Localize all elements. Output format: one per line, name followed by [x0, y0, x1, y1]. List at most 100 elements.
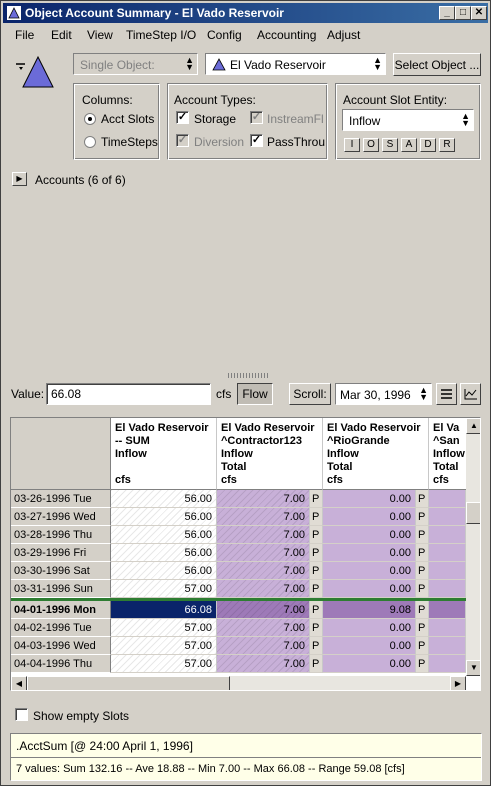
single-object-combo: Single Object: ▲ ▼ [73, 53, 198, 75]
riogrande-cell[interactable]: 0.00 [323, 562, 416, 580]
slot-entity-combo[interactable]: Inflow ▲ ▼ [342, 109, 474, 131]
menu-edit[interactable]: Edit [51, 28, 72, 42]
row-header[interactable]: 04-03-1996 Wed [11, 637, 111, 655]
sum-cell[interactable]: 56.00 [111, 526, 217, 544]
acct-slots-radio[interactable] [84, 113, 96, 125]
menu-file[interactable]: File [15, 28, 34, 42]
riogrande-cell[interactable]: 0.00 [323, 619, 416, 637]
scroll-down-icon[interactable]: ▼ [466, 660, 480, 676]
account-types-group: Account Types: ✓ Storage ✓ InstreamFl ✓ … [167, 83, 328, 160]
contractor-cell[interactable]: 7.00 [217, 508, 310, 526]
sum-cell[interactable]: 56.00 [111, 562, 217, 580]
san-cell[interactable] [429, 562, 466, 580]
sum-cell[interactable]: 66.08 [111, 601, 217, 619]
close-button[interactable]: ✕ [471, 6, 487, 20]
vertical-scrollbar[interactable]: ▲ ▼ [466, 418, 480, 676]
maximize-button[interactable]: □ [455, 6, 471, 20]
sum-cell[interactable]: 56.00 [111, 544, 217, 562]
riogrande-flag: P [416, 655, 429, 673]
riogrande-flag: P [416, 619, 429, 637]
menu-adjust[interactable]: Adjust [327, 28, 360, 42]
sum-cell[interactable]: 56.00 [111, 490, 217, 508]
entity-d-button[interactable]: D [420, 138, 436, 152]
entity-r-button[interactable]: R [439, 138, 455, 152]
menu-config[interactable]: Config [207, 28, 242, 42]
entity-s-button[interactable]: S [382, 138, 398, 152]
entity-a-button[interactable]: A [401, 138, 417, 152]
contractor-flag: P [310, 490, 323, 508]
row-header[interactable]: 03-28-1996 Thu [11, 526, 111, 544]
contractor-cell[interactable]: 7.00 [217, 490, 310, 508]
menu-timestep-io[interactable]: TimeStep I/O [126, 28, 196, 42]
entity-o-button[interactable]: O [363, 138, 379, 152]
riogrande-cell[interactable]: 0.00 [323, 637, 416, 655]
san-cell[interactable] [429, 637, 466, 655]
contractor-cell[interactable]: 7.00 [217, 619, 310, 637]
contractor-cell[interactable]: 7.00 [217, 526, 310, 544]
riogrande-cell[interactable]: 0.00 [323, 544, 416, 562]
row-header[interactable]: 04-02-1996 Tue [11, 619, 111, 637]
san-cell[interactable] [429, 490, 466, 508]
select-object-button[interactable]: Select Object ... [393, 53, 481, 76]
scroll-right-icon[interactable]: ▶ [450, 676, 466, 690]
sum-cell[interactable]: 57.00 [111, 655, 217, 673]
row-header[interactable]: 03-26-1996 Tue [11, 490, 111, 508]
riogrande-cell[interactable]: 0.00 [323, 508, 416, 526]
sum-cell[interactable]: 56.00 [111, 508, 217, 526]
sum-cell[interactable]: 57.00 [111, 619, 217, 637]
san-cell[interactable] [429, 508, 466, 526]
column-header-san[interactable]: El Va ^San Inflow Total cfs [429, 418, 469, 490]
list-view-button[interactable] [436, 383, 457, 405]
scroll-up-icon[interactable]: ▲ [466, 418, 480, 434]
row-header[interactable]: 03-29-1996 Fri [11, 544, 111, 562]
contractor-cell[interactable]: 7.00 [217, 544, 310, 562]
sum-cell[interactable]: 57.00 [111, 637, 217, 655]
row-header[interactable]: 03-30-1996 Sat [11, 562, 111, 580]
date-spinner[interactable]: Mar 30, 1996 ▲ ▼ [335, 383, 432, 405]
scroll-button[interactable]: Scroll: [289, 383, 331, 405]
value-input[interactable]: 66.08 [46, 383, 211, 405]
row-header[interactable]: 04-04-1996 Thu [11, 655, 111, 673]
expand-accounts-button[interactable]: ▶ [12, 172, 27, 186]
san-cell[interactable] [429, 619, 466, 637]
riogrande-cell[interactable]: 9.08 [323, 601, 416, 619]
contractor-cell[interactable]: 7.00 [217, 562, 310, 580]
column-header-contractor[interactable]: El Vado Reservoir ^Contractor123 Inflow Tot… [217, 418, 323, 490]
storage-checkbox[interactable]: ✓ [176, 111, 189, 124]
san-cell[interactable] [429, 655, 466, 673]
contractor-cell[interactable]: 7.00 [217, 580, 310, 598]
contractor-cell[interactable]: 7.00 [217, 601, 310, 619]
column-header-riogrande[interactable]: El Vado Reservoir ^RioGrande Inflow Total cf… [323, 418, 429, 490]
passthrough-checkbox[interactable]: ✓ [250, 134, 263, 147]
entity-i-button[interactable]: I [344, 138, 360, 152]
timesteps-radio[interactable] [84, 136, 96, 148]
row-header[interactable]: 04-01-1996 Mon [11, 601, 111, 619]
hscroll-thumb[interactable] [27, 676, 230, 690]
row-header[interactable]: 03-31-1996 Sun [11, 580, 111, 598]
scroll-left-icon[interactable]: ◀ [11, 676, 27, 690]
contractor-cell[interactable]: 7.00 [217, 637, 310, 655]
scroll-thumb[interactable] [466, 502, 480, 524]
flow-button[interactable]: Flow [237, 383, 273, 405]
plot-button[interactable] [460, 383, 481, 405]
san-cell[interactable] [429, 601, 466, 619]
object-combo[interactable]: El Vado Reservoir ▲ ▼ [205, 53, 386, 75]
menu-accounting[interactable]: Accounting [257, 28, 316, 42]
san-cell[interactable] [429, 580, 466, 598]
san-cell[interactable] [429, 544, 466, 562]
san-cell[interactable] [429, 526, 466, 544]
show-empty-checkbox[interactable] [15, 708, 28, 721]
sum-cell[interactable]: 57.00 [111, 580, 217, 598]
riogrande-cell[interactable]: 0.00 [323, 580, 416, 598]
riogrande-cell[interactable]: 0.00 [323, 526, 416, 544]
riogrande-cell[interactable]: 0.00 [323, 490, 416, 508]
minimize-button[interactable]: _ [439, 6, 455, 20]
menu-view[interactable]: View [87, 28, 113, 42]
horizontal-scrollbar[interactable]: ◀ ▶ [11, 676, 466, 690]
splitter-grip[interactable] [228, 373, 268, 378]
riogrande-cell[interactable]: 0.00 [323, 655, 416, 673]
row-header[interactable]: 03-27-1996 Wed [11, 508, 111, 526]
contractor-cell[interactable]: 7.00 [217, 655, 310, 673]
value-label: Value: [11, 387, 45, 401]
column-header-sum[interactable]: El Vado Reservoir -- SUM Inflow cfs [111, 418, 217, 490]
